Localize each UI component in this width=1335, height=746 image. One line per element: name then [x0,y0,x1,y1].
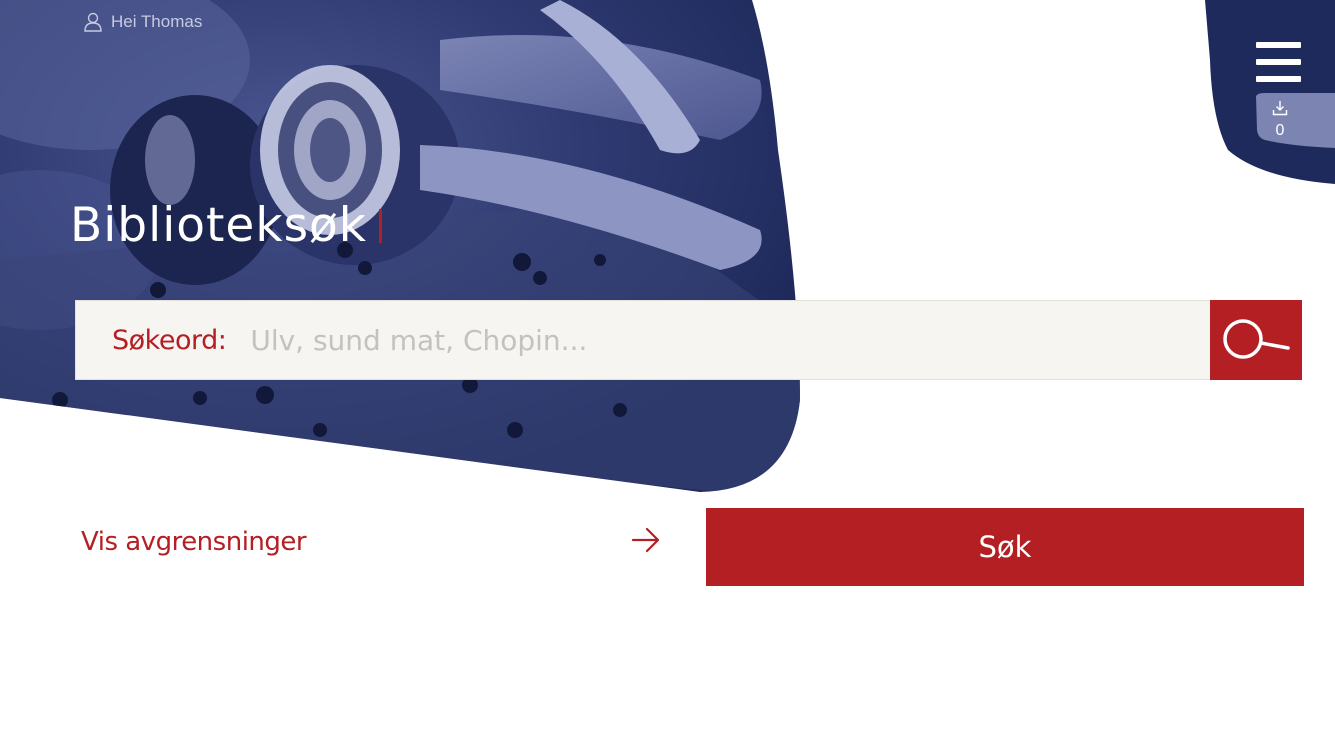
search-input[interactable] [250,310,1210,370]
search-label: Søkeord: [112,324,227,356]
submit-search-button[interactable]: Søk [706,508,1304,586]
download-icon [1272,100,1288,120]
menu-bar [1256,42,1301,48]
search-bar: Søkeord: [75,300,1211,380]
user-greeting[interactable]: Hei Thomas [83,12,202,32]
user-icon [83,12,103,32]
download-list-button[interactable]: 0 [1268,100,1292,139]
arrow-right-icon [631,526,661,558]
menu-bar [1256,59,1301,65]
menu-panel-shape [1205,0,1335,184]
show-filters-link[interactable]: Vis avgrensninger [81,520,661,564]
search-button[interactable] [1210,300,1302,380]
search-icon [1221,315,1291,366]
greeting-text: Hei Thomas [111,12,203,31]
menu-bar [1256,76,1301,82]
library-search-page: Hei Thomas Biblioteksøk 0 Søkeord: Ulv, … [0,0,1335,746]
download-count: 0 [1275,122,1285,139]
page-title-text: Biblioteksøk [70,198,368,253]
show-filters-label: Vis avgrensninger [81,527,307,557]
hamburger-menu-icon[interactable] [1256,42,1301,82]
title-caret [379,208,383,243]
page-title: Biblioteksøk [70,198,383,253]
